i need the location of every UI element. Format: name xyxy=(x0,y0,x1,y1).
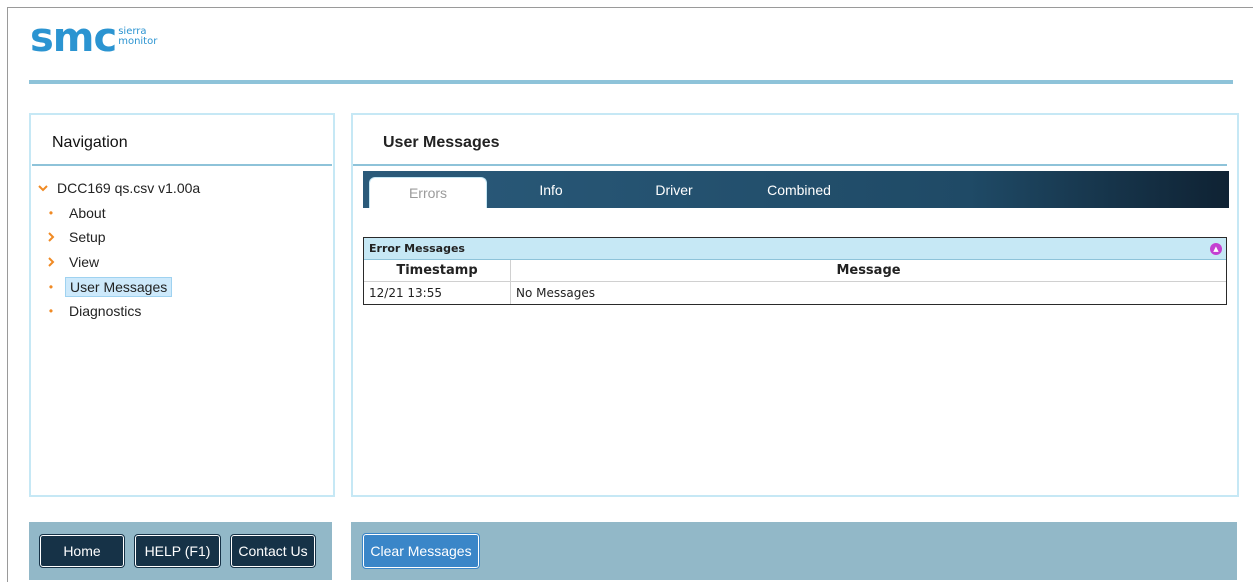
sidebar-item-label[interactable]: User Messages xyxy=(65,276,173,297)
column-header-message: Message xyxy=(836,263,901,278)
sidebar-item-about[interactable]: • About xyxy=(31,201,333,226)
sidebar-item-label[interactable]: View xyxy=(65,253,103,271)
tab-driver[interactable]: Driver xyxy=(615,171,733,208)
navigation-tree: DCC169 qs.csv v1.00a • About Setup View … xyxy=(31,166,333,324)
help-button[interactable]: HELP (F1) xyxy=(134,534,221,568)
logo-sub-line2: monitor xyxy=(118,36,158,47)
tree-root[interactable]: DCC169 qs.csv v1.00a xyxy=(31,176,333,201)
tab-combined[interactable]: Combined xyxy=(733,171,865,208)
main-divider xyxy=(353,164,1227,166)
footer-right-bar: Clear Messages xyxy=(351,522,1237,580)
window-frame-left xyxy=(7,7,8,582)
sidebar-item-user-messages[interactable]: • User Messages xyxy=(31,274,333,299)
logo-subtitle: sierra monitor xyxy=(118,27,157,47)
footer-left-bar: Home HELP (F1) Contact Us xyxy=(29,522,332,580)
sidebar-item-label[interactable]: Diagnostics xyxy=(65,302,145,320)
chevron-right-icon[interactable] xyxy=(43,254,59,270)
error-messages-table: Error Messages ▲ Timestamp Message 12/21… xyxy=(363,237,1227,305)
sidebar-item-setup[interactable]: Setup xyxy=(31,225,333,250)
main-panel: User Messages Errors Info Driver Combine… xyxy=(351,113,1239,497)
collapse-icon[interactable]: ▲ xyxy=(1210,242,1222,255)
chevron-down-icon[interactable] xyxy=(35,180,51,196)
company-logo: SMC sierra monitor xyxy=(30,18,157,62)
cell-message: No Messages xyxy=(516,286,595,300)
window-frame-top xyxy=(7,7,1253,8)
tab-info[interactable]: Info xyxy=(487,171,615,208)
table-caption: Error Messages ▲ xyxy=(364,238,1226,260)
navigation-title: Navigation xyxy=(52,134,128,151)
logo-mark: SMC xyxy=(30,15,117,61)
sidebar-item-label[interactable]: Setup xyxy=(65,228,110,246)
bullet-icon: • xyxy=(48,205,54,220)
sidebar-item-label[interactable]: About xyxy=(65,204,110,222)
navigation-panel: Navigation DCC169 qs.csv v1.00a • About … xyxy=(29,113,335,497)
bullet-icon: • xyxy=(48,304,54,319)
sidebar-item-view[interactable]: View xyxy=(31,250,333,275)
sidebar-item-diagnostics[interactable]: • Diagnostics xyxy=(31,299,333,324)
table-header: Timestamp Message xyxy=(364,260,1226,282)
tree-root-label[interactable]: DCC169 qs.csv v1.00a xyxy=(57,180,200,196)
clear-messages-button[interactable]: Clear Messages xyxy=(362,533,480,569)
table-row: 12/21 13:55 No Messages xyxy=(364,282,1226,304)
tab-errors[interactable]: Errors xyxy=(369,177,487,208)
table-caption-text: Error Messages xyxy=(369,242,465,255)
bullet-icon: • xyxy=(48,279,54,294)
chevron-right-icon[interactable] xyxy=(43,229,59,245)
message-tabs: Errors Info Driver Combined xyxy=(363,171,1229,208)
header-divider xyxy=(29,80,1233,84)
home-button[interactable]: Home xyxy=(39,534,125,568)
contact-us-button[interactable]: Contact Us xyxy=(230,534,316,568)
cell-timestamp: 12/21 13:55 xyxy=(364,282,511,304)
page-title: User Messages xyxy=(383,134,500,151)
column-header-timestamp: Timestamp xyxy=(364,260,511,281)
